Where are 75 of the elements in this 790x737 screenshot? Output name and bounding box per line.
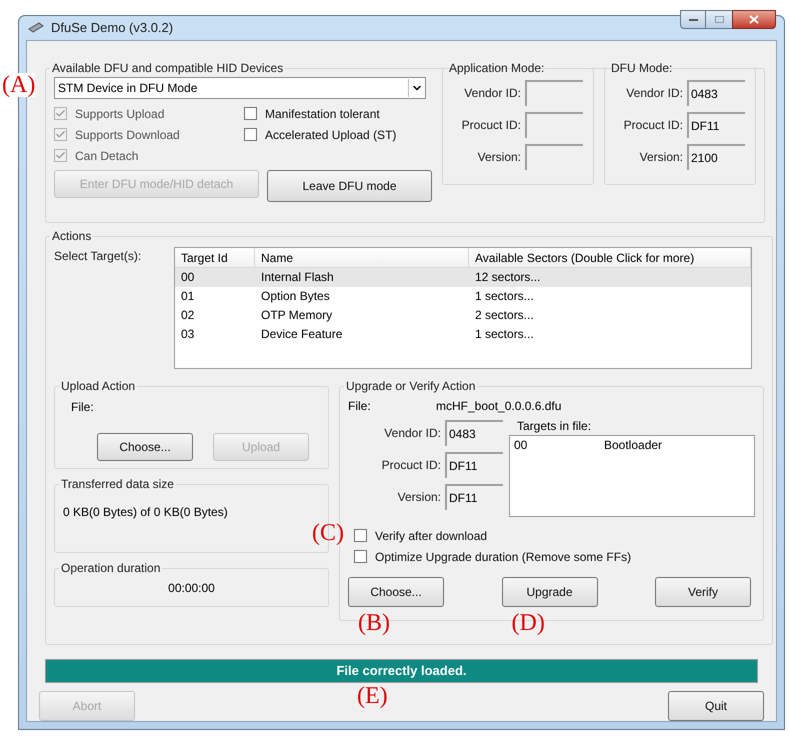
checkbox-label: Verify after download [375,528,488,544]
field-label: Targets in file: [517,418,592,435]
checkbox-label: Manifestation tolerant [265,106,380,122]
field-label: Version: [640,149,683,166]
group-title: Upload Action [60,378,136,395]
table-row[interactable]: 00 Internal Flash 12 sectors... [175,268,751,287]
group-title: Actions [51,228,92,245]
file-name: mcHF_boot_0.0.0.6.dfu [436,398,562,415]
list-cell-text: Bootloader [604,437,662,454]
field-label: File: [348,398,372,415]
table-cell-text: 02 [180,307,196,324]
read-only-field: DF11 [687,112,745,138]
checkbox[interactable] [244,107,257,120]
annotation-label: (C) [312,521,344,545]
field-label: Vendor ID: [464,85,521,102]
annotation-label: (E) [357,684,388,708]
read-only-field: DF11 [445,452,503,478]
checkbox-label: Supports Upload [75,106,164,122]
push-button[interactable]: Verify [655,577,751,607]
push-button[interactable]: Quit [668,691,764,721]
field-label: Vendor ID: [626,85,683,102]
group-title: Transferred data size [60,476,175,493]
minimize-button[interactable] [680,10,706,29]
table-cell-text: Internal Flash [260,269,335,286]
field-label: Procuct ID: [624,117,683,134]
push-button[interactable]: Upgrade [502,577,598,607]
group-title: Operation duration [60,560,162,577]
annotation-label: (A) [2,73,36,97]
close-button[interactable] [732,10,776,29]
usb-stick-icon [27,22,45,34]
checkbox[interactable] [244,128,257,141]
table-cell-text: 2 sectors... [474,307,535,324]
transfer-size-text: 0 KB(0 Bytes) of 0 KB(0 Bytes) [63,504,229,521]
read-only-field: 0483 [687,80,745,106]
checkbox-label: Accelerated Upload (ST) [265,126,396,144]
table-cell-text: 12 sectors... [474,269,542,286]
maximize-button[interactable] [706,10,732,29]
table-cell-text: 1 sectors... [474,288,535,305]
list-cell-text: 00 [514,437,528,454]
read-only-field: 0483 [445,420,503,446]
table-cell-text: Device Feature [260,326,344,343]
group-title: Upgrade or Verify Action [345,378,476,395]
field-label: Procuct ID: [462,117,521,134]
field-label: File: [71,400,94,414]
group-title: Available DFU and compatible HID Devices [51,60,284,77]
table-cell-text: 00 [180,269,196,286]
device-dropdown[interactable]: STM Device in DFU Mode [54,77,426,99]
field-label: Version: [398,489,441,506]
annotation-label: (D) [512,611,545,635]
duration-text: 00:00:00 [167,580,216,597]
window-title: DfuSe Demo (v3.0.2) [51,19,174,38]
checkbox-label: Optimize Upgrade duration (Remove some FFs) [375,548,632,566]
annotation-label: (B) [358,611,390,635]
close-icon [749,15,759,24]
table-cell-text: Option Bytes [260,288,331,305]
checkbox[interactable] [354,529,367,542]
group-title: Application Mode: [448,60,546,77]
field-label: Vendor ID: [384,425,441,442]
group-title: DFU Mode: [610,60,674,77]
read-only-field: DF11 [445,484,503,510]
table-cell-text: 03 [180,326,196,343]
field-label: Select Target(s): [54,248,142,265]
push-button[interactable]: Choose... [348,577,444,607]
table-cell-text: 01 [180,288,196,305]
push-button[interactable]: Leave DFU mode [267,170,432,202]
checkbox-label: Can Detach [75,148,138,164]
checkbox-label: Supports Download [75,126,180,144]
field-label: Version: [478,149,521,166]
checkbox[interactable] [354,550,367,563]
read-only-field: 2100 [687,144,745,170]
table-cell-text: 1 sectors... [474,326,535,343]
push-button[interactable]: Choose... [97,433,193,461]
status-text: File correctly loaded. [335,662,468,680]
field-label: Procuct ID: [382,457,441,474]
table-cell-text: OTP Memory [260,307,334,324]
